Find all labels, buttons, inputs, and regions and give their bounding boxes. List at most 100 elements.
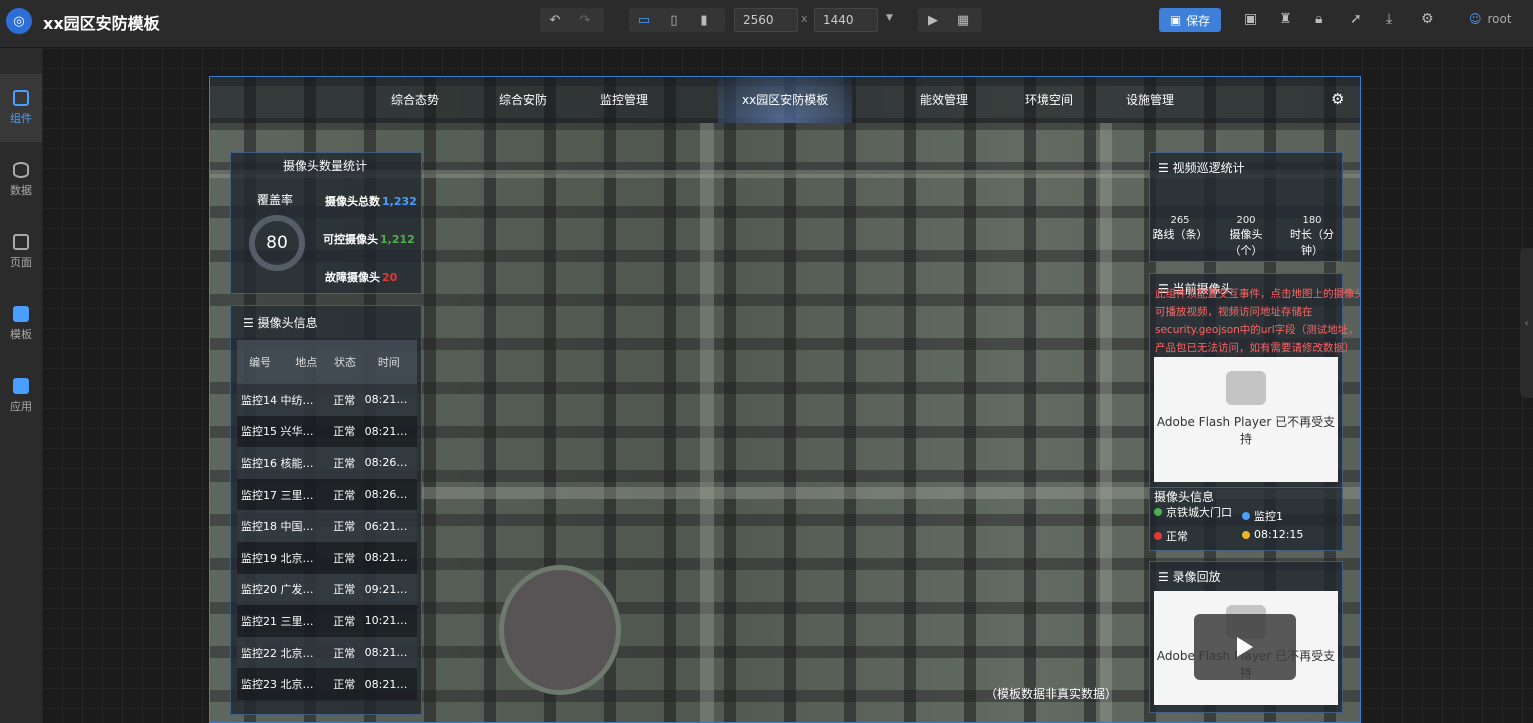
stat-label: 摄像头（个） xyxy=(1229,228,1263,257)
mobile-icon[interactable]: ▮ xyxy=(689,8,719,32)
app-icon xyxy=(13,378,29,394)
lock-icon[interactable]: 🔒︎ xyxy=(1315,11,1322,27)
panel-title: ☰ 视频巡逻统计 xyxy=(1158,161,1245,175)
nav-item[interactable]: 环境空间 xyxy=(1025,91,1073,108)
status-cell: 正常 xyxy=(329,384,361,416)
total-label: 摄像头总数 xyxy=(325,195,380,208)
play-button[interactable] xyxy=(1194,614,1296,680)
table-row[interactable]: 监控16 核能… 正常 08:26… xyxy=(237,447,417,479)
stat-value: 180 xyxy=(1302,215,1322,226)
total-cameras: 摄像头总数 1,232 xyxy=(323,193,417,209)
sidebar-item-pages[interactable]: 页面 xyxy=(0,218,42,286)
column-header: 状态 xyxy=(329,340,361,384)
status-cell: 正常 xyxy=(329,447,361,479)
panel-title: 摄像头信息 xyxy=(1154,490,1215,504)
time-cell: 09:21… xyxy=(360,573,417,606)
sidebar-item-templates[interactable]: 模板 xyxy=(0,290,42,358)
publish-icon[interactable]: ➚ xyxy=(1350,11,1362,27)
table-row[interactable]: 监控18 中国… 正常 06:21… xyxy=(237,510,417,542)
coverage-label: 覆盖率 xyxy=(257,193,294,207)
panel-title: 摄像头数量统计 xyxy=(283,159,368,173)
right-panel-toggle[interactable]: ‹ xyxy=(1520,248,1533,398)
list-icon: ☰ xyxy=(243,316,258,330)
location-icon xyxy=(1154,508,1162,516)
settings-icon[interactable]: ⚙ xyxy=(1421,11,1434,27)
user-menu[interactable]: ☺ root xyxy=(1469,12,1512,26)
camera-detail-panel[interactable]: 摄像头信息 京铁城大门口 监控1 正常 08:12:15 xyxy=(1149,487,1343,551)
column-header: 编号 xyxy=(237,340,284,384)
save-button[interactable]: ▣ 保存 xyxy=(1159,8,1221,32)
camera-stats-panel[interactable]: 摄像头数量统计 覆盖率 80 摄像头总数 1,232 可控摄像头 1,212 故障摄… xyxy=(230,152,422,294)
device-group: ▭ ▯ ▮ xyxy=(629,8,725,32)
camera-name-cell: 监控22 北京… xyxy=(237,636,330,669)
nav-item[interactable]: 综合态势 xyxy=(391,91,439,108)
patrol-stat: 265 路线（条） xyxy=(1150,215,1210,242)
width-input[interactable]: 2560 xyxy=(734,8,798,32)
camera-name-cell: 监控19 北京… xyxy=(237,541,330,574)
controllable-cameras: 可控摄像头 1,212 xyxy=(321,231,415,247)
demo-data-note: （模板数据非真实数据） xyxy=(985,687,1118,701)
column-header: 时间 xyxy=(360,340,417,384)
sidebar-item-label: 组件 xyxy=(10,112,32,125)
patrol-stat: 180 时长（分钟） xyxy=(1282,215,1342,258)
size-dropdown-icon[interactable]: ▼ xyxy=(886,13,893,23)
stat-label: 时长（分钟） xyxy=(1290,228,1334,257)
nav-item[interactable]: 设施管理 xyxy=(1126,91,1174,108)
table-row[interactable]: 监控17 三里… 正常 08:26… xyxy=(237,478,417,511)
theme-icon[interactable]: ♜ xyxy=(1279,11,1292,27)
table-row[interactable]: 监控15 兴华… 正常 08:21… xyxy=(237,415,417,448)
config-note: 此组件须配置交互事件，点击地图上的摄像头可播放视频，视频访问地址存储在secur… xyxy=(1155,288,1361,354)
sidebar-item-label: 模板 xyxy=(10,328,32,341)
dashboard-stage[interactable]: 综合态势 综合安防 监控管理 xx园区安防模板 能效管理 环境空间 设施管理 ⚙… xyxy=(209,76,1361,723)
patrol-stats-panel[interactable]: ☰ 视频巡逻统计 265 路线（条） 200 摄像头（个） 180 时长（分钟） xyxy=(1149,152,1343,262)
status-cell: 正常 xyxy=(329,415,361,448)
camera-name-cell: 监控15 兴华… xyxy=(237,415,330,448)
plugin-icon xyxy=(1226,371,1266,405)
chevron-left-icon: ‹ xyxy=(1524,317,1529,329)
terminal-icon[interactable]: ▣ xyxy=(1244,11,1257,27)
user-icon: ☺ xyxy=(1469,12,1482,26)
redo-icon[interactable]: ↷ xyxy=(570,8,600,32)
table-row[interactable]: 监控14 中纺… 正常 08:21… xyxy=(237,384,417,416)
total-value: 1,232 xyxy=(382,195,417,208)
table-row[interactable]: 监控23 北京… 正常 08:21… xyxy=(237,668,417,700)
play-icon[interactable]: ▶ xyxy=(918,8,948,32)
top-toolbar: ◎ xx园区安防模板 ↶ ↷ ▭ ▯ ▮ 2560 x 1440 ▼ ▶ ▦ ▣… xyxy=(0,0,1533,48)
sidebar-item-components[interactable]: 组件 xyxy=(0,74,42,142)
sidebar-item-label: 应用 xyxy=(10,400,32,413)
table-row[interactable]: 监控19 北京… 正常 08:21… xyxy=(237,541,417,574)
camera-name-cell: 监控16 核能… xyxy=(237,447,330,479)
table-row[interactable]: 监控20 广发… 正常 09:21… xyxy=(237,573,417,606)
nav-settings-icon[interactable]: ⚙ xyxy=(1331,90,1344,108)
fault-value: 20 xyxy=(382,271,398,284)
camera-info-panel[interactable]: ☰ 摄像头信息 编号 地点 状态 时间 监控14 中纺… 正常 08:21… 监控15… xyxy=(230,305,422,715)
status-cell: 正常 xyxy=(329,510,361,542)
status-cell: 正常 xyxy=(329,605,361,637)
sidebar-item-data[interactable]: 数据 xyxy=(0,146,42,214)
status-cell: 正常 xyxy=(329,541,361,574)
map-road xyxy=(700,123,714,722)
nav-item[interactable]: 综合安防 xyxy=(499,91,547,108)
column-header: 地点 xyxy=(283,340,330,384)
nav-item[interactable]: 监控管理 xyxy=(600,91,648,108)
height-input[interactable]: 1440 xyxy=(814,8,878,32)
time-cell: 06:21… xyxy=(360,510,417,542)
status-cell: 正常 xyxy=(329,573,361,606)
list-icon: ☰ xyxy=(1158,570,1173,584)
faulty-cameras: 故障摄像头 20 xyxy=(323,269,397,285)
desktop-icon[interactable]: ▭ xyxy=(629,8,659,32)
table-row[interactable]: 监控22 北京… 正常 08:21… xyxy=(237,636,417,669)
video-player[interactable]: Adobe Flash Player 已不再受支持 xyxy=(1154,357,1338,482)
stat-value: 200 xyxy=(1236,215,1256,226)
sidebar-item-apps[interactable]: 应用 xyxy=(0,362,42,430)
tablet-icon[interactable]: ▯ xyxy=(659,8,689,32)
left-sidebar: 组件 数据 页面 模板 应用 xyxy=(0,48,42,723)
nav-item[interactable]: 能效管理 xyxy=(920,91,968,108)
camera-name-cell: 监控23 北京… xyxy=(237,668,330,700)
download-icon[interactable]: ⤓ xyxy=(1386,11,1392,27)
qrcode-icon[interactable]: ▦ xyxy=(948,8,978,32)
table-row[interactable]: 监控21 三里… 正常 10:21… xyxy=(237,605,417,637)
time-cell: 08:21… xyxy=(360,541,417,574)
undo-icon[interactable]: ↶ xyxy=(540,8,570,32)
nav-item-active[interactable]: xx园区安防模板 xyxy=(718,77,853,123)
